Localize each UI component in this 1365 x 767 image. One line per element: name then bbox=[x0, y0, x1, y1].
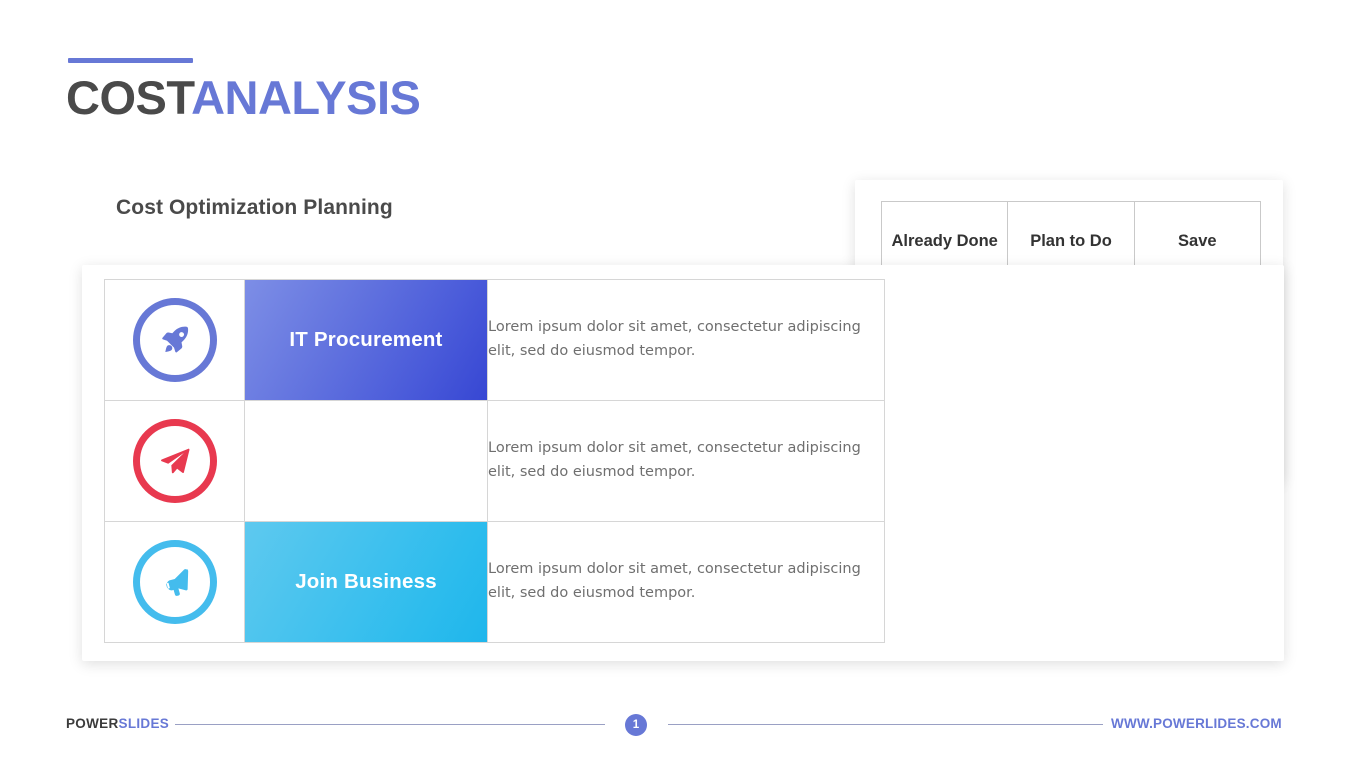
row-description-cell: Lorem ipsum dolor sit amet, consectetur … bbox=[487, 279, 885, 401]
footer-logo: POWERSLIDES bbox=[66, 716, 169, 731]
row-label-cell: Cost Saving within IT bbox=[244, 400, 488, 522]
table-row: Join Business Lorem ipsum dolor sit amet… bbox=[104, 521, 885, 643]
category-label-cost-saving: Cost Saving within IT bbox=[260, 449, 472, 473]
category-label-join-business: Join Business bbox=[245, 522, 487, 642]
table-row: IT Procurement Lorem ipsum dolor sit ame… bbox=[104, 279, 885, 401]
row-description-cell: Lorem ipsum dolor sit amet, consectetur … bbox=[487, 400, 885, 522]
page-number-badge: 1 bbox=[625, 714, 647, 736]
footer-divider-left bbox=[175, 724, 605, 725]
megaphone-icon bbox=[132, 540, 217, 624]
category-description: Lorem ipsum dolor sit amet, consectetur … bbox=[488, 319, 861, 359]
row-label-cell: Join Business bbox=[244, 521, 488, 643]
category-description: Lorem ipsum dolor sit amet, consectetur … bbox=[488, 440, 861, 480]
footer-logo-part-2: SLIDES bbox=[118, 716, 170, 731]
page-title-part-1: COST bbox=[66, 71, 192, 124]
cost-category-table: IT Procurement Lorem ipsum dolor sit ame… bbox=[104, 279, 885, 643]
rocket-icon bbox=[132, 298, 217, 382]
row-label-cell: IT Procurement bbox=[244, 279, 488, 401]
category-description: Lorem ipsum dolor sit amet, consectetur … bbox=[488, 561, 861, 601]
footer-url: WWW.POWERLIDES.COM bbox=[1111, 716, 1282, 731]
category-label-it-procurement: IT Procurement bbox=[245, 280, 487, 400]
row-icon-cell bbox=[104, 400, 245, 522]
footer-logo-part-1: POWER bbox=[66, 716, 119, 731]
page-title-part-2: ANALYSIS bbox=[191, 71, 421, 124]
section-subtitle: Cost Optimization Planning bbox=[116, 196, 393, 219]
footer-divider-right bbox=[668, 724, 1103, 725]
page-title: COSTANALYSIS bbox=[66, 70, 421, 126]
row-description-cell: Lorem ipsum dolor sit amet, consectetur … bbox=[487, 521, 885, 643]
row-icon-cell bbox=[104, 279, 245, 401]
paper-plane-icon bbox=[132, 419, 217, 503]
table-row: Cost Saving within IT Lorem ipsum dolor … bbox=[104, 400, 885, 522]
title-accent-rule bbox=[68, 58, 193, 63]
row-icon-cell bbox=[104, 521, 245, 643]
